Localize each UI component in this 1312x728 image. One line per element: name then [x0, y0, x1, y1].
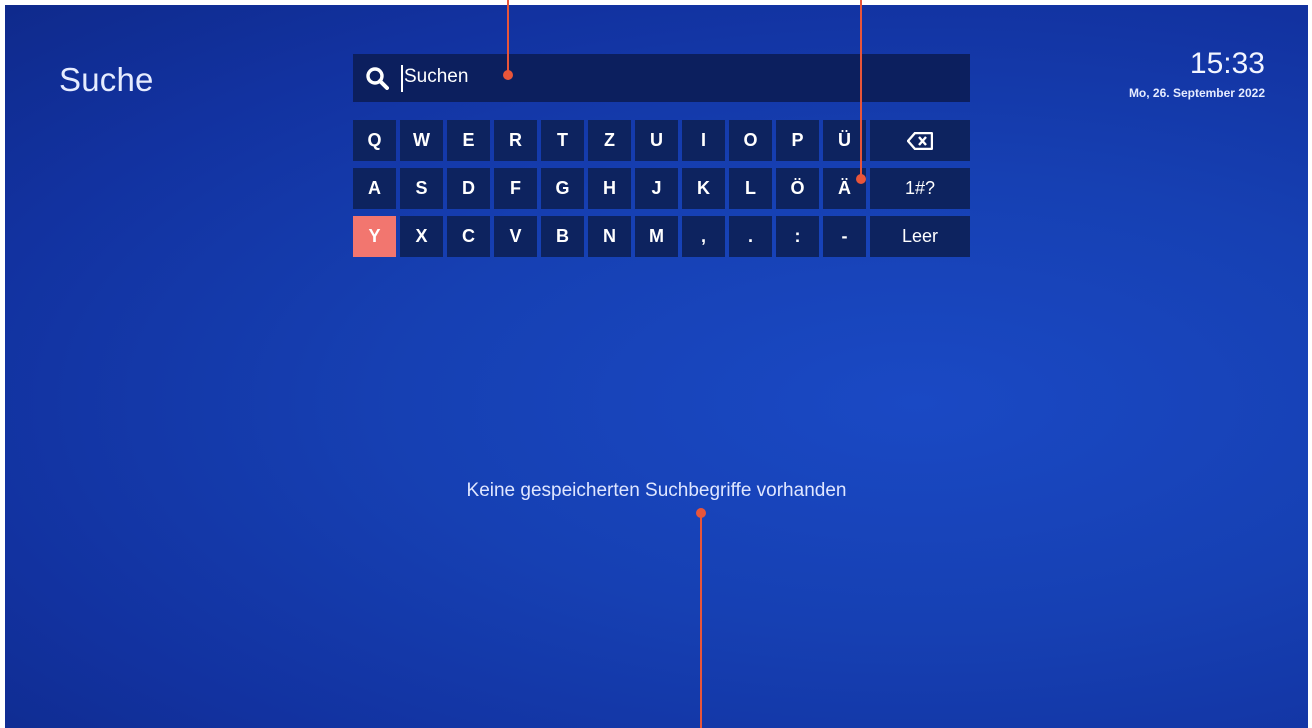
- search-input[interactable]: Suchen: [353, 54, 970, 102]
- clock-date: Mo, 26. September 2022: [1128, 86, 1265, 100]
- search-input-text: Suchen: [404, 66, 469, 87]
- key-k[interactable]: K: [682, 168, 725, 209]
- key-z[interactable]: Z: [588, 120, 631, 161]
- callout-dot-keyboard: [856, 174, 866, 184]
- key-y[interactable]: Y: [353, 216, 396, 257]
- key-s[interactable]: S: [400, 168, 443, 209]
- clock-time: 15:33: [1189, 47, 1265, 80]
- key-a[interactable]: A: [353, 168, 396, 209]
- key-b[interactable]: B: [541, 216, 584, 257]
- page-title: Suche: [59, 61, 154, 98]
- callout-line-search: [507, 0, 509, 74]
- key-o[interactable]: O: [729, 120, 772, 161]
- empty-history-message: Keine gespeicherten Suchbegriffe vorhand…: [466, 480, 847, 501]
- backspace-button[interactable]: [870, 120, 970, 161]
- key-h[interactable]: H: [588, 168, 631, 209]
- search-icon: [366, 67, 389, 90]
- key-p[interactable]: P: [776, 120, 819, 161]
- symbols-button[interactable]: 1#?: [870, 168, 970, 209]
- key-ö[interactable]: Ö: [776, 168, 819, 209]
- key-j[interactable]: J: [635, 168, 678, 209]
- key-l[interactable]: L: [729, 168, 772, 209]
- text-caret: [401, 65, 403, 92]
- key-c[interactable]: C: [447, 216, 490, 257]
- key-n[interactable]: N: [588, 216, 631, 257]
- key-d[interactable]: D: [447, 168, 490, 209]
- key-e[interactable]: E: [447, 120, 490, 161]
- key-sym-2-8[interactable]: .: [729, 216, 772, 257]
- space-button[interactable]: Leer: [870, 216, 970, 257]
- key-t[interactable]: T: [541, 120, 584, 161]
- key-sym-2-7[interactable]: ,: [682, 216, 725, 257]
- callout-line-history: [700, 515, 702, 728]
- key-f[interactable]: F: [494, 168, 537, 209]
- key-sym-2-10[interactable]: -: [823, 216, 866, 257]
- backspace-icon: [907, 132, 933, 151]
- key-g[interactable]: G: [541, 168, 584, 209]
- key-m[interactable]: M: [635, 216, 678, 257]
- key-q[interactable]: Q: [353, 120, 396, 161]
- callout-line-keyboard: [860, 0, 862, 178]
- key-u[interactable]: U: [635, 120, 678, 161]
- key-r[interactable]: R: [494, 120, 537, 161]
- key-w[interactable]: W: [400, 120, 443, 161]
- key-i[interactable]: I: [682, 120, 725, 161]
- callout-dot-search: [503, 70, 513, 80]
- tv-screen: Suche Suchen 15:33 Mo, 26. September 202…: [5, 5, 1308, 728]
- key-v[interactable]: V: [494, 216, 537, 257]
- key-sym-2-9[interactable]: :: [776, 216, 819, 257]
- key-x[interactable]: X: [400, 216, 443, 257]
